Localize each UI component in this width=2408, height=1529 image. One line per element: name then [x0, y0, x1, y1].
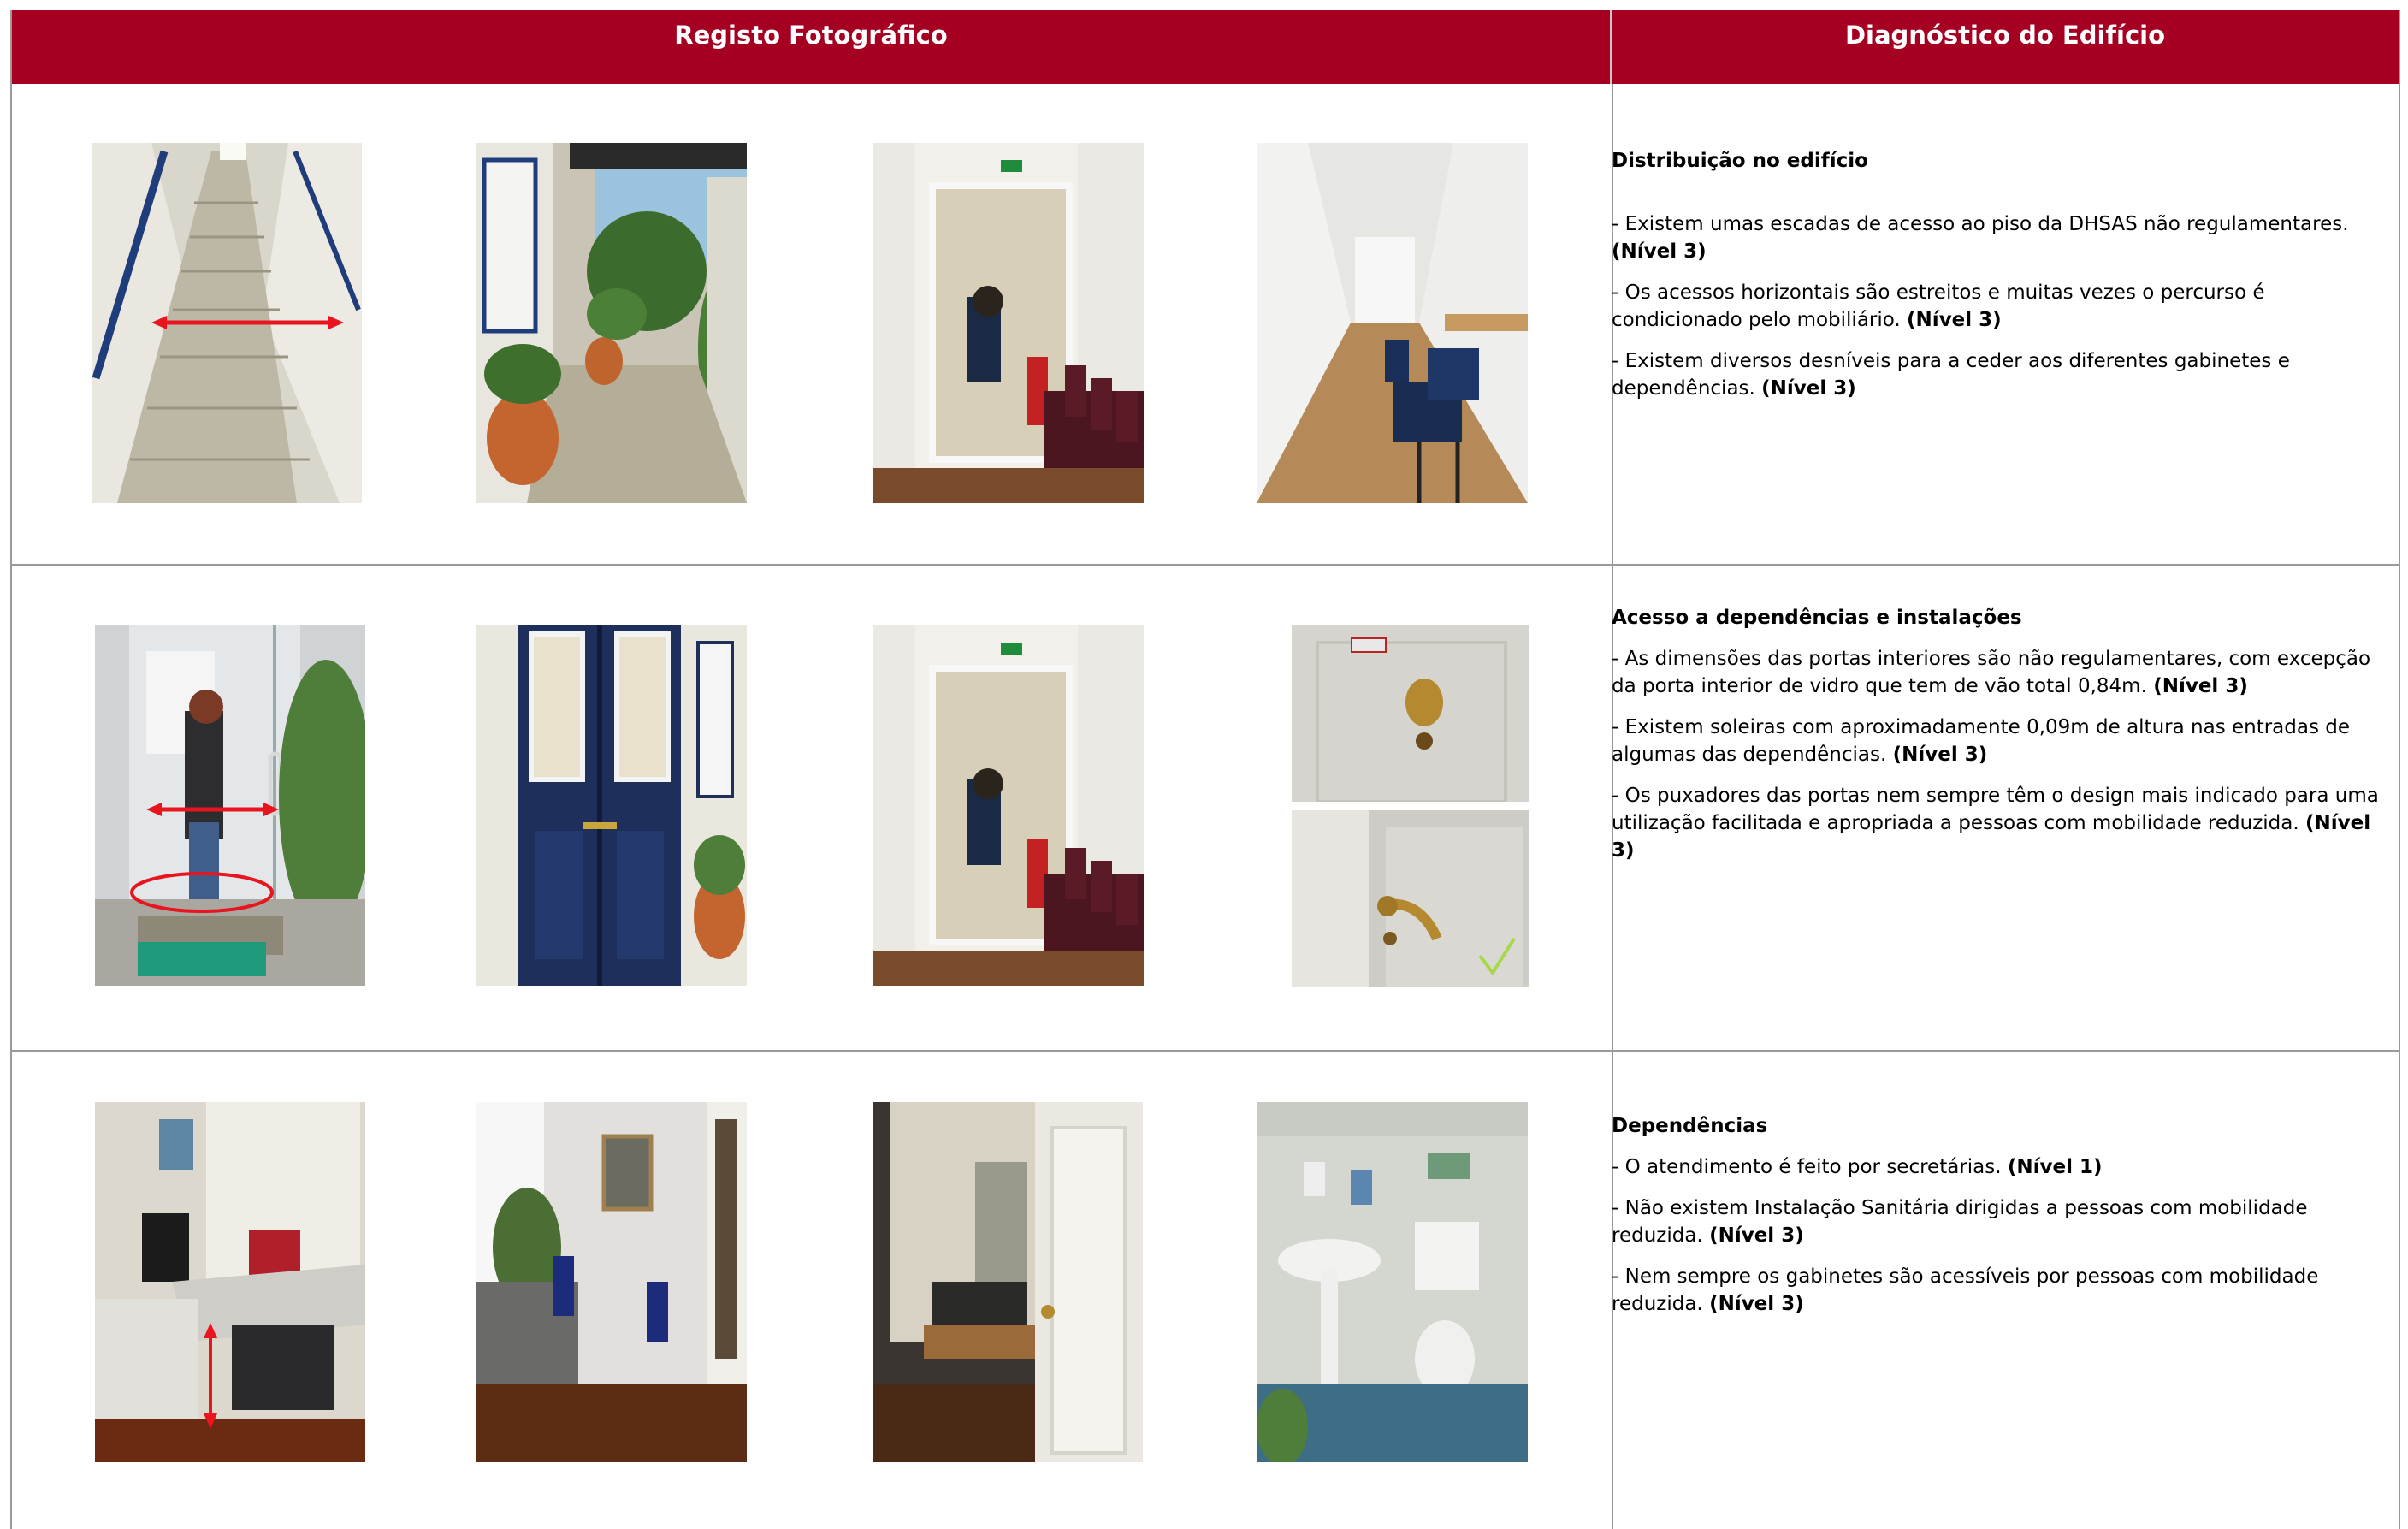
- diagnosis-item: - O atendimento é feito por secretárias.…: [1612, 1156, 2103, 1178]
- diagnosis-item: - Os puxadores das portas nem sempre têm…: [1612, 785, 2379, 862]
- diagnosis-item: - Existem diversos desníveis para a cede…: [1612, 350, 2290, 400]
- level-badge: (Nível 3): [1907, 309, 2002, 331]
- photo-corridor: [1257, 143, 1528, 503]
- section-title: Dependências: [1612, 1115, 1768, 1137]
- photo-register-header: Registo Fotográfico: [12, 10, 1612, 84]
- diagnosis-section: Acesso a dependências e instalações - As…: [1612, 604, 2381, 878]
- level-badge: (Nível 3): [1892, 744, 1988, 766]
- diagnosis-item: - Existem umas escadas de acesso ao piso…: [1612, 213, 2349, 263]
- photo-doorway-waiting-room-2: [873, 625, 1144, 986]
- diagnosis-item: - Não existem Instalação Sanitária dirig…: [1612, 1197, 2308, 1247]
- level-badge: (Nível 3): [1761, 377, 1856, 400]
- level-badge: (Nível 3): [2153, 675, 2248, 697]
- diagnosis-item: - Nem sempre os gabinetes são acessíveis…: [1612, 1265, 2319, 1315]
- photo-courtyard-plants: [476, 143, 747, 503]
- photo-doorway-waiting-room: [873, 143, 1144, 503]
- section-title: Acesso a dependências e instalações: [1612, 607, 2022, 629]
- diagnosis-item: - Existem soleiras com aproximadamente 0…: [1612, 716, 2351, 766]
- photo-blue-double-door: [476, 625, 747, 986]
- photo-office-desk: [95, 1102, 365, 1462]
- level-badge: (Nível 3): [1612, 240, 1707, 263]
- level-badge: (Nível 1): [2007, 1156, 2103, 1178]
- level-badge: (Nível 3): [1709, 1224, 1804, 1247]
- photo-door-lever-handle: [1292, 810, 1529, 987]
- row-divider: [12, 564, 2399, 566]
- diagnosis-item: - As dimensões das portas interiores são…: [1612, 648, 2371, 697]
- diagnosis-section: Distribuição no edifício - Existem umas …: [1612, 147, 2381, 416]
- photo-bathroom: [1257, 1102, 1528, 1462]
- photo-office-window: [476, 1102, 747, 1462]
- photo-staircase: [92, 143, 362, 503]
- diagnosis-section: Dependências - O atendimento é feito por…: [1612, 1112, 2381, 1331]
- photo-glass-door-entrance: [95, 625, 365, 986]
- diagnosis-item: - Os acessos horizontais são estreitos e…: [1612, 282, 2265, 331]
- photo-door-knob: [1292, 625, 1529, 802]
- section-title: Distribuição no edifício: [1612, 150, 1868, 172]
- photo-office-door: [873, 1102, 1143, 1462]
- row-divider: [12, 1050, 2399, 1052]
- building-diagnosis-header: Diagnóstico do Edifício: [1612, 10, 2399, 84]
- level-badge: (Nível 3): [1709, 1293, 1804, 1315]
